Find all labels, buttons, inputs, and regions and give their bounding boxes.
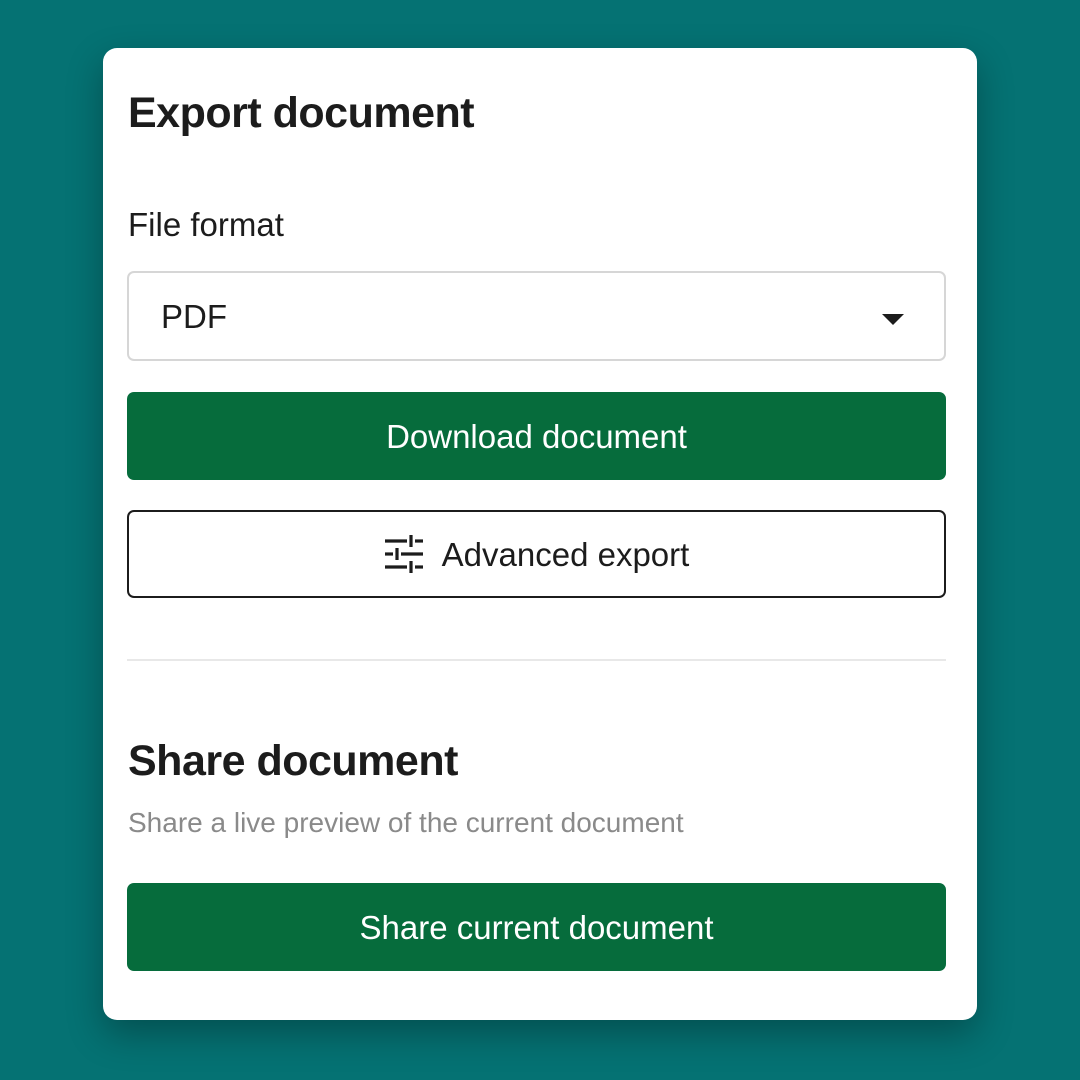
share-current-document-button[interactable]: Share current document xyxy=(127,883,946,971)
file-format-value: PDF xyxy=(161,298,227,335)
export-panel: Export document File format PDF Download… xyxy=(103,48,977,1020)
download-document-label: Download document xyxy=(386,417,687,455)
chevron-down-icon xyxy=(882,314,904,325)
share-section-title: Share document xyxy=(128,737,458,785)
download-document-button[interactable]: Download document xyxy=(127,392,946,480)
tune-sliders-icon xyxy=(384,535,423,573)
share-section-subtitle: Share a live preview of the current docu… xyxy=(128,807,684,838)
share-current-document-label: Share current document xyxy=(359,908,714,946)
section-divider xyxy=(127,659,946,661)
export-section-title: Export document xyxy=(128,89,475,137)
file-format-label: File format xyxy=(128,206,284,243)
file-format-select[interactable]: PDF xyxy=(127,271,946,361)
advanced-export-label: Advanced export xyxy=(441,535,690,573)
advanced-export-button[interactable]: Advanced export xyxy=(127,510,946,598)
